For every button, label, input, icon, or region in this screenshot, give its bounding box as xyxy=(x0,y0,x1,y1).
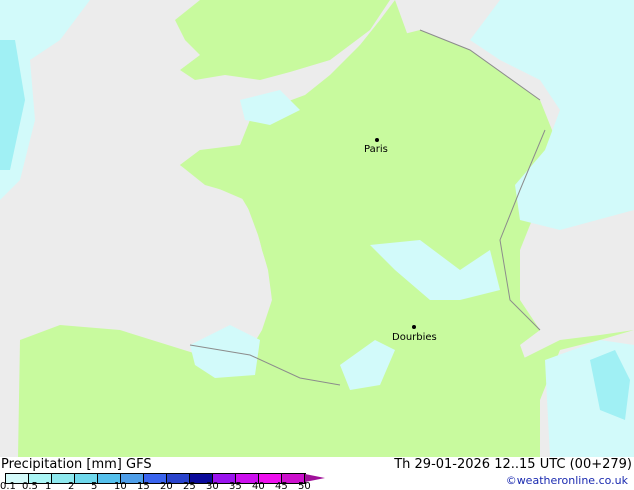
legend-tick-label: 1 xyxy=(45,481,52,490)
city-marker-dourbies xyxy=(412,325,416,329)
city-marker-paris xyxy=(375,138,379,142)
legend-tick-label: 35 xyxy=(229,481,242,490)
city-label-dourbies: Dourbies xyxy=(392,332,437,343)
map-footer: Precipitation [mm] GFS Th 29-01-2026 12.… xyxy=(0,457,634,490)
weather-map-view: Paris Dourbies Precipitation [mm] GFS Th… xyxy=(0,0,634,490)
legend-tick-label: 30 xyxy=(206,481,219,490)
precipitation-map: Paris Dourbies xyxy=(0,0,634,457)
legend-tick-label: 20 xyxy=(160,481,173,490)
credit-link[interactable]: ©weatheronline.co.uk xyxy=(506,474,628,487)
legend-tick-label: 0.1 xyxy=(0,481,16,490)
city-label-paris: Paris xyxy=(364,144,388,155)
legend-tick-label: 25 xyxy=(183,481,196,490)
legend-tick-label: 10 xyxy=(114,481,127,490)
legend-tick-label: 40 xyxy=(252,481,265,490)
legend-tick-label: 2 xyxy=(68,481,75,490)
forecast-datetime: Th 29-01-2026 12..15 UTC (00+279) xyxy=(394,457,632,472)
legend-tick-label: 45 xyxy=(275,481,288,490)
legend-tick-label: 15 xyxy=(137,481,150,490)
legend-tick-label: 0.5 xyxy=(22,481,38,490)
legend-tick-label: 5 xyxy=(91,481,98,490)
map-title: Precipitation [mm] GFS xyxy=(1,457,152,472)
legend-tick-label: 50 xyxy=(298,481,311,490)
